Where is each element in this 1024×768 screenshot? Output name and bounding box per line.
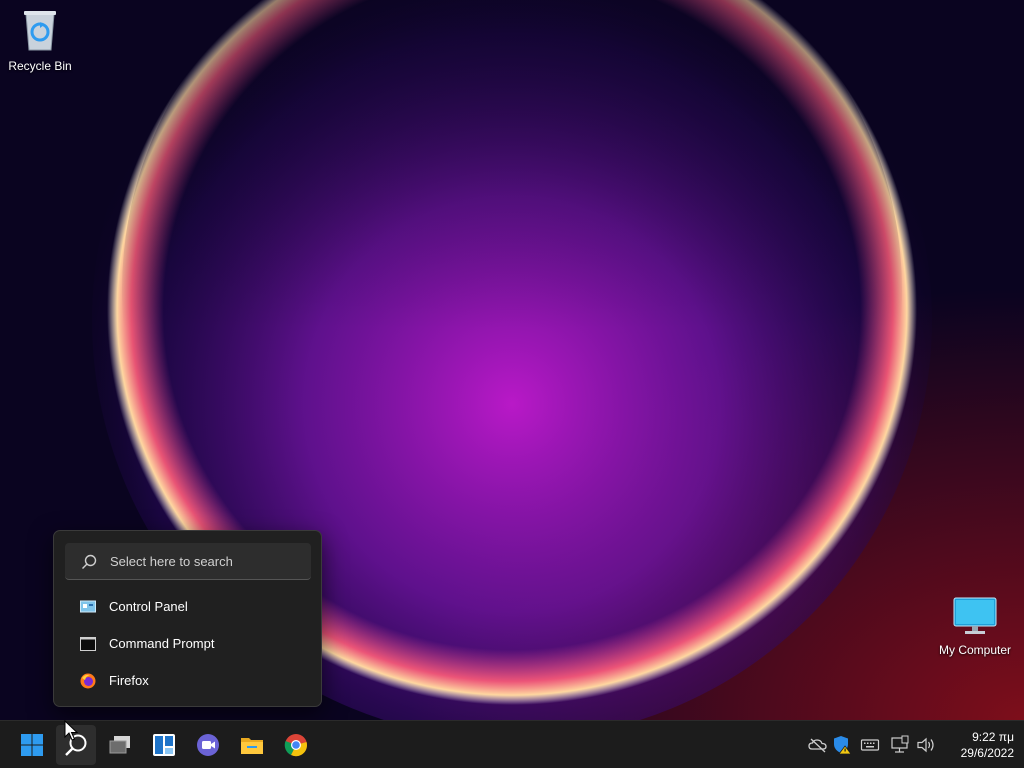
recycle-bin-shortcut[interactable]: Recycle Bin xyxy=(0,8,80,73)
my-computer-label: My Computer xyxy=(938,643,1012,657)
search-placeholder: Select here to search xyxy=(110,554,233,569)
search-icon xyxy=(82,554,97,569)
recycle-bin-label: Recycle Bin xyxy=(8,59,72,73)
search-flyout: Select here to search Control Panel Comm… xyxy=(53,530,322,707)
taskbar: 9:22 πμ 29/6/2022 xyxy=(0,720,1024,768)
command-prompt-icon xyxy=(80,637,96,651)
task-view-button[interactable] xyxy=(100,725,140,765)
mouse-cursor-icon xyxy=(64,720,78,741)
recycle-bin-icon xyxy=(24,11,56,51)
widgets-button[interactable] xyxy=(144,725,184,765)
clock[interactable]: 9:22 πμ 29/6/2022 xyxy=(944,729,1014,761)
monitor-icon xyxy=(953,597,997,634)
result-firefox[interactable]: Firefox xyxy=(60,665,315,697)
result-command-prompt[interactable]: Command Prompt xyxy=(60,628,315,660)
clock-time: 9:22 πμ xyxy=(972,730,1014,744)
network-icon[interactable] xyxy=(890,735,910,755)
desktop: Recycle Bin My Computer Select here to s… xyxy=(0,0,1024,720)
volume-icon[interactable] xyxy=(916,735,936,755)
result-label: Firefox xyxy=(109,673,149,688)
result-control-panel[interactable]: Control Panel xyxy=(60,591,315,623)
folder-icon xyxy=(241,738,263,754)
chrome-icon xyxy=(284,734,307,757)
chat-camera-icon xyxy=(197,734,219,756)
keyboard-icon[interactable] xyxy=(860,735,880,755)
windows-logo-icon xyxy=(21,734,43,756)
windows-security-warning-icon[interactable] xyxy=(832,735,852,755)
onedrive-offline-icon[interactable] xyxy=(808,735,828,755)
chrome-button[interactable] xyxy=(276,725,316,765)
control-panel-icon xyxy=(80,600,96,613)
clock-date: 29/6/2022 xyxy=(960,746,1014,760)
result-label: Control Panel xyxy=(109,599,188,614)
chat-button[interactable] xyxy=(188,725,228,765)
widgets-icon xyxy=(153,734,175,756)
firefox-icon xyxy=(80,673,96,689)
start-button[interactable] xyxy=(12,725,52,765)
file-explorer-button[interactable] xyxy=(232,725,272,765)
search-input[interactable]: Select here to search xyxy=(65,543,311,580)
result-label: Command Prompt xyxy=(109,636,215,651)
my-computer-shortcut[interactable]: My Computer xyxy=(935,596,1015,657)
task-view-icon xyxy=(109,736,130,754)
